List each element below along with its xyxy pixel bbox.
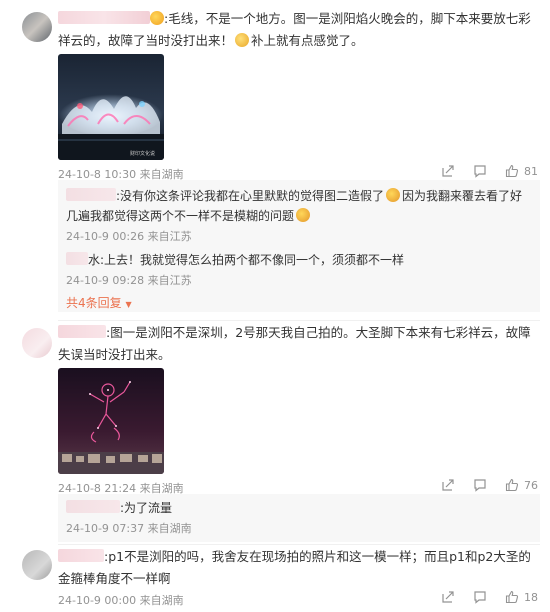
comment-photo[interactable] (58, 368, 164, 474)
timestamp: 24-10-9 07:37 (66, 522, 145, 535)
comment-actions: 76 (441, 478, 538, 492)
username[interactable] (58, 549, 104, 562)
comment-photo[interactable]: 财印文化说 (58, 54, 164, 160)
reply-meta: 24-10-9 09:28 来自江苏 (66, 272, 532, 288)
timestamp: 24-10-9 00:26 (66, 230, 145, 243)
comment-actions: 18 (441, 590, 538, 604)
reply-item: :没有你这条评论我都在心里默默的觉得图二造假了 因为我翻来覆去看了好几遍我都觉得这… (66, 186, 532, 244)
reply-text: :没有你这条评论我都在心里默默的觉得图二造假了 因为我翻来覆去看了好几遍我都觉得这… (66, 188, 523, 223)
timestamp: 24-10-9 00:00 (58, 594, 137, 607)
photo-watermark: 财印文化说 (130, 150, 155, 157)
comment-item: :毛线，不是一个地方。图一是浏阳焰火晚会的，脚下本来要放七彩祥云的，故障了当时没… (0, 0, 550, 320)
avatar[interactable] (22, 328, 52, 358)
avatar[interactable] (22, 550, 52, 580)
comment-text: :图一是浏阳不是深圳，2号那天我自己拍的。大圣脚下本来有七彩祥云，故障失误当时没… (58, 325, 531, 362)
like-button[interactable]: 81 (505, 164, 538, 178)
share-icon[interactable] (441, 478, 455, 492)
like-count: 76 (524, 478, 538, 492)
like-count: 81 (524, 164, 538, 178)
comment-icon[interactable] (473, 164, 487, 178)
share-icon[interactable] (441, 590, 455, 604)
timestamp: 24-10-9 09:28 (66, 274, 145, 287)
thumbs-up-icon (505, 590, 519, 604)
emoji-icon (296, 208, 311, 222)
avatar[interactable] (22, 12, 52, 42)
like-button[interactable]: 18 (505, 590, 538, 604)
username[interactable] (66, 252, 88, 265)
emoji-icon (386, 188, 401, 202)
comment-icon[interactable] (473, 478, 487, 492)
reply-text: :为了流量 (66, 498, 532, 518)
location: 来自湖南 (139, 594, 184, 607)
emoji-icon (235, 33, 250, 47)
comment-item: :p1不是浏阳的吗，我舍友在现场拍的照片和这一模一样；而且p1和p2大圣的金箍棒… (0, 544, 550, 612)
like-count: 18 (524, 590, 538, 604)
username[interactable] (66, 188, 116, 201)
location: 来自湖南 (147, 522, 192, 535)
location: 来自江苏 (147, 274, 192, 287)
username[interactable] (66, 500, 120, 513)
thumbs-up-icon (505, 164, 519, 178)
comment-icon[interactable] (473, 590, 487, 604)
more-replies-link[interactable]: 共4条回复 ▼ (66, 294, 132, 311)
reply-meta: 24-10-9 07:37 来自湖南 (66, 520, 532, 536)
reply-text: 水:上去！我就觉得怎么拍两个都不像同一个，须须都不一样 (66, 250, 532, 270)
comment-item: :图一是浏阳不是深圳，2号那天我自己拍的。大圣脚下本来有七彩祥云，故障失误当时没… (0, 320, 550, 542)
share-icon[interactable] (441, 164, 455, 178)
comment-meta: 24-10-9 00:00 来自湖南 (58, 592, 184, 608)
chevron-down-icon: ▼ (125, 300, 132, 309)
reply-item: :为了流量 24-10-9 07:37 来自湖南 (66, 498, 532, 536)
reply-meta: 24-10-9 00:26 来自江苏 (66, 228, 532, 244)
comment-text: :毛线，不是一个地方。图一是浏阳焰火晚会的，脚下本来要放七彩祥云的，故障了当时没… (58, 11, 531, 48)
username[interactable] (58, 11, 150, 24)
comment-text: :p1不是浏阳的吗，我舍友在现场拍的照片和这一模一样；而且p1和p2大圣的金箍棒… (58, 549, 531, 586)
location: 来自江苏 (147, 230, 192, 243)
thumbs-up-icon (505, 478, 519, 492)
reply-item: 水:上去！我就觉得怎么拍两个都不像同一个，须须都不一样 24-10-9 09:2… (66, 250, 532, 288)
like-button[interactable]: 76 (505, 478, 538, 492)
reply-box: :没有你这条评论我都在心里默默的觉得图二造假了 因为我翻来覆去看了好几遍我都觉得这… (58, 180, 540, 312)
reply-box: :为了流量 24-10-9 07:37 来自湖南 (58, 494, 540, 542)
comment-actions: 81 (441, 164, 538, 178)
emoji-icon (150, 11, 164, 25)
username[interactable] (58, 325, 106, 338)
